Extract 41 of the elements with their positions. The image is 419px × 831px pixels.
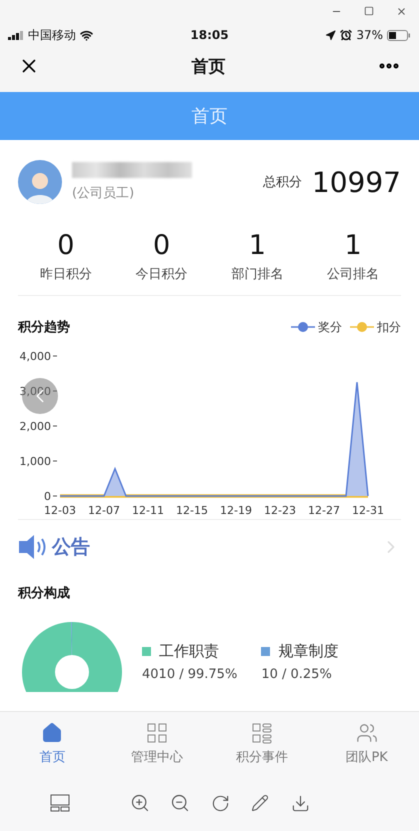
stat-value: 0 <box>57 230 74 261</box>
y-tick-label: 4,000 <box>20 350 51 363</box>
axis-tick-label: 2,000 <box>20 420 58 433</box>
battery-percent: 37% <box>356 28 384 42</box>
total-points: 10997 <box>312 166 401 198</box>
y-tick-label: 0 <box>44 490 51 503</box>
section-title: 积分构成 <box>18 585 71 602</box>
axis-tick-label: 12-19 <box>220 504 252 517</box>
stat-label: 公司排名 <box>327 266 380 283</box>
axis-tick-label: 4,000 <box>20 350 58 363</box>
user-role: (公司员工) <box>72 185 136 202</box>
stat-label: 昨日积分 <box>40 266 92 283</box>
header-title: 首页 <box>192 105 228 128</box>
stat-label: 部门排名 <box>231 266 284 283</box>
stat-value: 1 <box>248 230 266 261</box>
notice-title: 公告 <box>52 535 90 560</box>
y-tick-label: 2,000 <box>20 420 51 433</box>
stat-label: 今日积分 <box>136 266 188 283</box>
axis-tick-label: 12-07 <box>88 504 120 517</box>
legend-label: 规章制度 <box>278 642 338 661</box>
legend-value: 10 / 0.25% <box>261 667 333 682</box>
legend-label: 扣分 <box>377 318 401 336</box>
stat-value: 0 <box>153 230 170 261</box>
legend-label: 工作职责 <box>159 642 219 661</box>
y-tick-label: 1,000 <box>20 455 51 468</box>
axis-tick-label: 12-11 <box>132 504 164 517</box>
clock-time: 18:05 <box>190 28 229 42</box>
axis-tick-label: 0 <box>44 490 58 503</box>
axis-tick-label: 12-23 <box>264 504 296 517</box>
axis-tick-label: 12-27 <box>308 504 340 517</box>
total-label: 总积分 <box>262 174 302 191</box>
legend-label: 奖分 <box>318 318 342 336</box>
stat-value: 1 <box>344 230 362 261</box>
axis-tick-label: 12-03 <box>44 504 76 517</box>
nav-title: 首页 <box>192 56 226 78</box>
section-title: 积分趋势 <box>18 319 70 336</box>
axis-tick-label: 12-15 <box>176 504 208 517</box>
axis-tick-label: 12-31 <box>352 504 384 517</box>
carrier-name: 中国移动 <box>28 26 76 44</box>
axis-tick-label: 1,000 <box>20 455 58 468</box>
legend-value: 4010 / 99.75% <box>142 667 238 682</box>
